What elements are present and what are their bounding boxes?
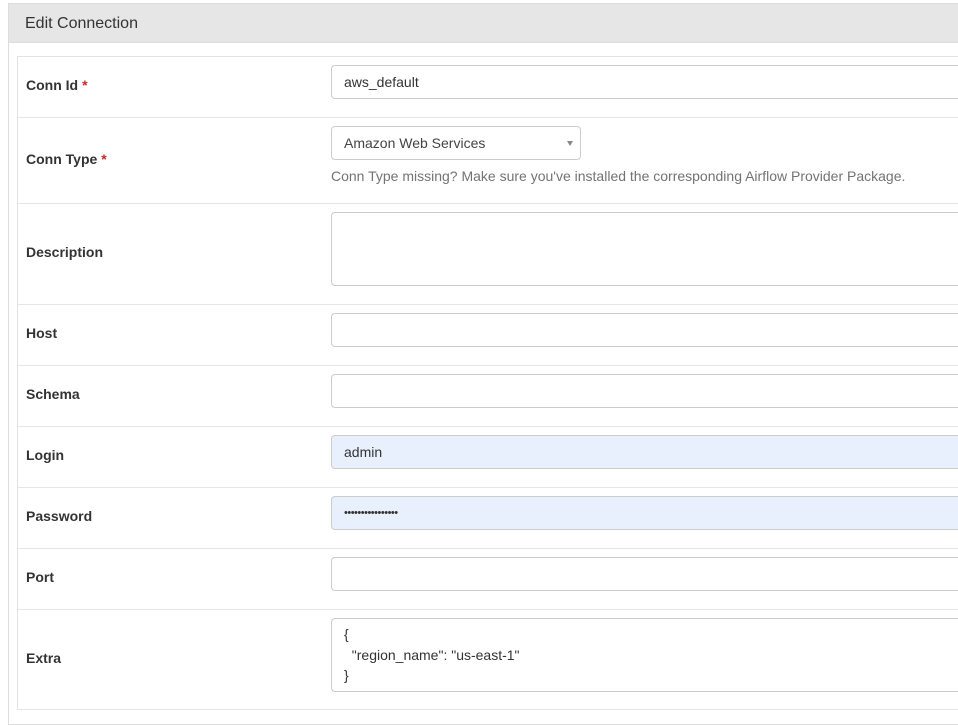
conn-type-select[interactable]: Amazon Web Services — [331, 126, 581, 160]
host-input[interactable] — [331, 313, 958, 347]
chevron-down-icon — [567, 141, 573, 146]
description-textarea[interactable] — [331, 212, 958, 286]
conn-type-selected-value: Amazon Web Services — [344, 135, 486, 151]
extra-label: Extra — [26, 650, 62, 666]
panel-title: Edit Connection — [9, 4, 958, 43]
conn-id-label-text: Conn Id — [26, 77, 79, 93]
conn-id-input[interactable]: aws_default — [331, 65, 958, 99]
conn-type-help-text: Conn Type missing? Make sure you've inst… — [331, 168, 906, 184]
port-row: Port — [18, 549, 958, 610]
description-row: Description — [18, 204, 958, 305]
extra-row: Extra { "region_name": "us-east-1" } — [18, 610, 958, 710]
conn-type-label-text: Conn Type — [26, 151, 98, 167]
port-input[interactable] — [331, 557, 958, 591]
connection-form: Conn Id * aws_default Conn Type * Amazon W… — [17, 56, 958, 710]
port-label: Port — [26, 569, 54, 585]
required-marker: * — [101, 151, 107, 167]
host-row: Host — [18, 305, 958, 366]
login-input[interactable]: admin — [331, 435, 958, 469]
login-label: Login — [26, 447, 65, 463]
conn-type-row: Conn Type * Amazon Web Services Conn Type… — [18, 118, 958, 204]
login-row: Login admin — [18, 427, 958, 488]
password-input[interactable]: •••••••••••••••• — [331, 496, 958, 530]
extra-textarea[interactable]: { "region_name": "us-east-1" } — [331, 618, 958, 692]
schema-label: Schema — [26, 386, 80, 402]
conn-type-label: Conn Type * — [26, 151, 107, 167]
schema-row: Schema — [18, 366, 958, 427]
description-label: Description — [26, 244, 104, 260]
host-label: Host — [26, 325, 58, 341]
conn-id-label: Conn Id * — [26, 77, 88, 93]
conn-id-row: Conn Id * aws_default — [18, 57, 958, 118]
password-row: Password •••••••••••••••• — [18, 488, 958, 549]
password-label: Password — [26, 508, 93, 524]
required-marker: * — [82, 77, 88, 93]
schema-input[interactable] — [331, 374, 958, 408]
